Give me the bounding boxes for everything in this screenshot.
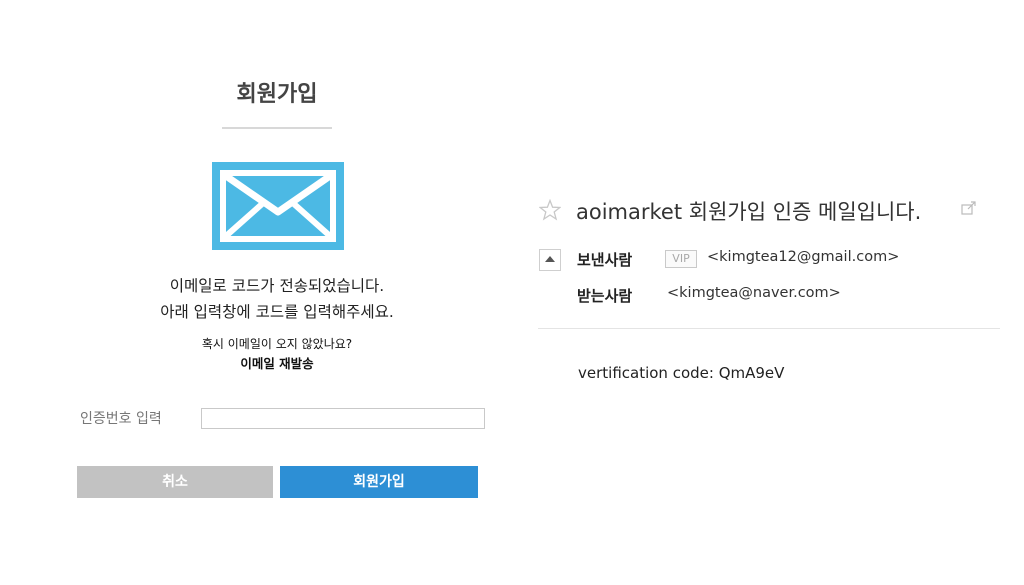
not-received-question: 혹시 이메일이 오지 않았나요?: [201, 337, 353, 351]
external-link-icon[interactable]: [961, 201, 977, 215]
recipient-label: 받는사람: [577, 287, 633, 305]
collapse-header-button[interactable]: [539, 249, 561, 271]
mail-subject: aoimarket 회원가입 인증 메일입니다.: [576, 200, 922, 224]
mail-header-divider: [538, 328, 1000, 329]
sent-message-line1: 이메일로 코드가 전송되었습니다.: [169, 277, 385, 295]
mail-body-code: vertification code: QmA9eV: [578, 364, 785, 382]
page-title: 회원가입: [236, 82, 318, 107]
title-divider: [222, 127, 332, 129]
verification-code-input[interactable]: [201, 408, 485, 429]
mail-envelope-icon: [212, 162, 344, 250]
collapse-arrow-icon: [545, 256, 555, 262]
sent-message-line2: 아래 입력창에 코드를 입력해주세요.: [160, 303, 394, 321]
recipient-address[interactable]: <kimgtea@naver.com>: [667, 285, 841, 301]
cancel-button[interactable]: 취소: [77, 466, 273, 498]
code-input-label: 인증번호 입력: [80, 411, 162, 427]
vip-badge: VIP: [665, 250, 697, 268]
resend-email-link[interactable]: 이메일 재발송: [77, 353, 477, 372]
sender-label: 보낸사람: [577, 251, 633, 269]
star-icon[interactable]: [539, 199, 561, 221]
sender-address[interactable]: <kimgtea12@gmail.com>: [707, 249, 899, 265]
signup-button[interactable]: 회원가입: [280, 466, 478, 498]
